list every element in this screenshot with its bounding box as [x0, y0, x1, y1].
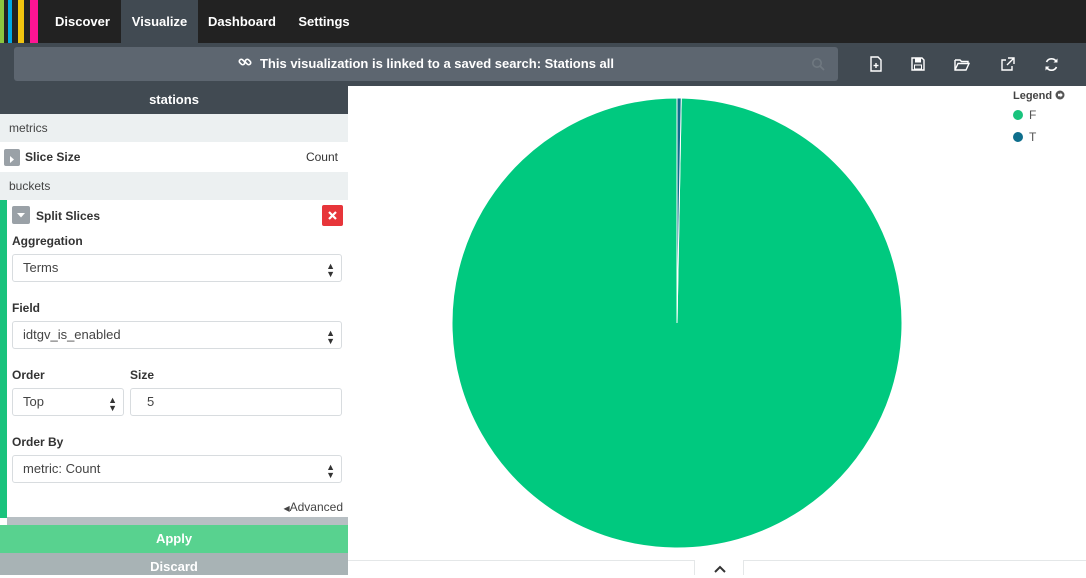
advanced-label: Advanced [289, 500, 343, 514]
legend-label: F [1029, 108, 1037, 122]
bucket-color-bar [0, 200, 7, 518]
order-by-value: metric: Count [23, 461, 101, 476]
pie-chart [451, 97, 903, 549]
tab-settings[interactable]: Settings [286, 0, 362, 43]
aggregation-value: Terms [23, 260, 59, 275]
chevron-up-icon [714, 565, 726, 573]
aggregation-label: Aggregation [12, 234, 83, 248]
expand-caret-icon[interactable] [4, 149, 20, 166]
index-pattern-title: stations [0, 86, 348, 114]
metric-name: Slice Size [25, 150, 81, 164]
open-folder-icon[interactable] [951, 53, 973, 75]
top-navigation: Discover Visualize Dashboard Settings [0, 0, 1086, 43]
metrics-section-label: metrics [0, 114, 348, 142]
legend-label: T [1029, 130, 1037, 144]
legend-toggle[interactable]: Legend [1013, 88, 1083, 104]
field-select[interactable]: idtgv_is_enabled ▲ ▼ [12, 321, 342, 349]
tab-visualize[interactable]: Visualize [121, 0, 198, 43]
order-value: Top [23, 394, 44, 409]
legend-color-dot [1013, 110, 1023, 120]
spy-toggle-button[interactable] [694, 560, 744, 575]
tab-dashboard[interactable]: Dashboard [198, 0, 286, 43]
arrow-circle-right-icon [1055, 89, 1065, 105]
refresh-icon[interactable] [1040, 53, 1062, 75]
remove-bucket-button[interactable] [322, 205, 343, 226]
size-label: Size [130, 368, 155, 382]
bucket-title: Split Slices [36, 209, 101, 223]
discard-button[interactable]: Discard [0, 553, 348, 575]
order-select[interactable]: Top ▲ ▼ [12, 388, 124, 416]
aggregation-select[interactable]: Terms ▲ ▼ [12, 254, 342, 282]
editor-sidebar: stations metrics Slice Size Count bucket… [0, 86, 348, 575]
legend-item-t[interactable]: T [1013, 126, 1083, 148]
add-aggregation-strip[interactable] [7, 517, 348, 525]
field-label: Field [12, 301, 41, 315]
search-bar[interactable]: This visualization is linked to a saved … [14, 47, 838, 81]
collapse-caret-icon[interactable] [12, 206, 30, 224]
order-label: Order [12, 368, 45, 382]
share-icon[interactable] [996, 53, 1018, 75]
metric-value: Count [305, 150, 338, 164]
linked-search-name[interactable]: Stations all [545, 56, 614, 71]
advanced-toggle[interactable]: ◀Advanced [283, 500, 343, 514]
metric-slice-size-row[interactable]: Slice Size Count [0, 142, 348, 172]
tab-discover[interactable]: Discover [44, 0, 121, 43]
apply-button[interactable]: Apply [0, 525, 348, 553]
viz-toolbar: This visualization is linked to a saved … [0, 43, 1086, 86]
close-icon [328, 211, 337, 220]
legend: Legend F T [1013, 88, 1083, 148]
order-by-select[interactable]: metric: Count ▲ ▼ [12, 455, 342, 483]
size-value: 5 [147, 394, 155, 409]
order-by-label: Order By [12, 435, 64, 449]
size-input[interactable]: 5 [130, 388, 342, 416]
search-icon[interactable] [811, 57, 825, 71]
field-value: idtgv_is_enabled [23, 327, 121, 342]
legend-color-dot [1013, 132, 1023, 142]
save-icon[interactable] [907, 53, 929, 75]
app-logo[interactable] [0, 0, 44, 43]
split-slices-panel: Split Slices Aggregation Terms ▲ ▼ Field … [0, 200, 348, 518]
select-arrows-icon: ▲ ▼ [326, 328, 335, 346]
buckets-section-label: buckets [0, 172, 348, 200]
link-icon [238, 48, 252, 82]
legend-title: Legend [1013, 90, 1053, 102]
linked-search-message: This visualization is linked to a saved … [14, 47, 838, 81]
visualization-area: Legend F T [348, 86, 1086, 575]
linked-message-prefix: This visualization is linked to a saved … [259, 56, 545, 71]
select-arrows-icon: ▲ ▼ [108, 395, 117, 413]
select-arrows-icon: ▲ ▼ [326, 462, 335, 480]
legend-item-f[interactable]: F [1013, 104, 1083, 126]
new-visualization-icon[interactable] [865, 53, 887, 75]
select-arrows-icon: ▲ ▼ [326, 261, 335, 279]
